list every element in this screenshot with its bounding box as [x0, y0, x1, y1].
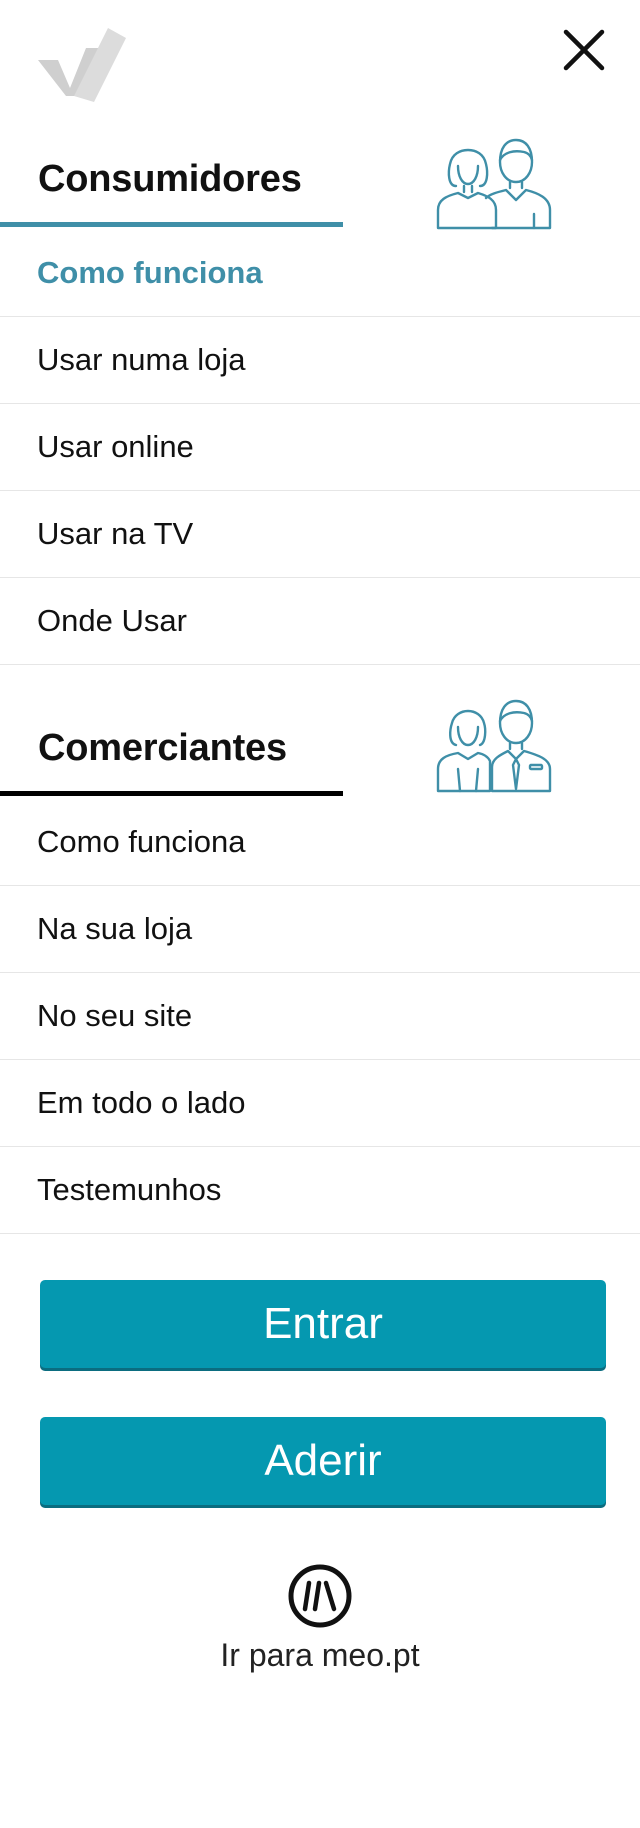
menu-header	[0, 0, 640, 140]
menu-item-label: Usar numa loja	[37, 342, 246, 377]
menu-item-label: Na sua loja	[37, 911, 193, 946]
menu-item-label: Como funciona	[37, 255, 263, 290]
menu-item-merchants-testemunhos[interactable]: Testemunhos	[0, 1147, 640, 1234]
meo-link[interactable]: Ir para meo.pt	[0, 1563, 640, 1674]
meo-link-label: Ir para meo.pt	[220, 1637, 420, 1673]
merchants-people-icon	[436, 699, 552, 793]
menu-item-merchants-na-sua-loja[interactable]: Na sua loja	[0, 886, 640, 973]
consumers-menu: Como funciona Usar numa loja Usar online…	[0, 230, 640, 665]
merchants-menu: Como funciona Na sua loja No seu site Em…	[0, 799, 640, 1234]
menu-item-consumers-usar-na-tv[interactable]: Usar na TV	[0, 491, 640, 578]
action-buttons: Entrar Aderir	[0, 1280, 640, 1505]
join-button-label: Aderir	[264, 1436, 382, 1485]
login-button-label: Entrar	[263, 1299, 383, 1348]
merchants-title: Comerciantes	[38, 727, 287, 769]
login-button[interactable]: Entrar	[40, 1280, 606, 1368]
menu-item-merchants-como-funciona[interactable]: Como funciona	[0, 799, 640, 886]
merchants-underline	[0, 791, 343, 796]
meo-logo-icon	[288, 1564, 352, 1628]
wallet-check-logo-icon[interactable]	[36, 26, 128, 106]
menu-item-label: Usar na TV	[37, 516, 194, 551]
consumers-active-underline	[0, 222, 343, 227]
menu-item-label: Como funciona	[37, 824, 246, 859]
consumers-section-header: Consumidores	[0, 138, 640, 230]
menu-item-label: Onde Usar	[37, 603, 187, 638]
menu-item-label: Testemunhos	[37, 1172, 222, 1207]
consumers-title: Consumidores	[38, 158, 302, 200]
menu-item-label: No seu site	[37, 998, 193, 1033]
menu-item-label: Em todo o lado	[37, 1085, 246, 1120]
consumers-people-icon	[436, 138, 552, 230]
join-button[interactable]: Aderir	[40, 1417, 606, 1505]
menu-item-consumers-como-funciona[interactable]: Como funciona	[0, 230, 640, 317]
menu-item-label: Usar online	[37, 429, 194, 464]
menu-item-consumers-onde-usar[interactable]: Onde Usar	[0, 578, 640, 665]
merchants-section-header: Comerciantes	[0, 699, 640, 799]
menu-item-consumers-usar-online[interactable]: Usar online	[0, 404, 640, 491]
menu-item-merchants-no-seu-site[interactable]: No seu site	[0, 973, 640, 1060]
menu-item-merchants-em-todo-o-lado[interactable]: Em todo o lado	[0, 1060, 640, 1147]
close-icon[interactable]	[560, 26, 608, 74]
menu-item-consumers-usar-numa-loja[interactable]: Usar numa loja	[0, 317, 640, 404]
